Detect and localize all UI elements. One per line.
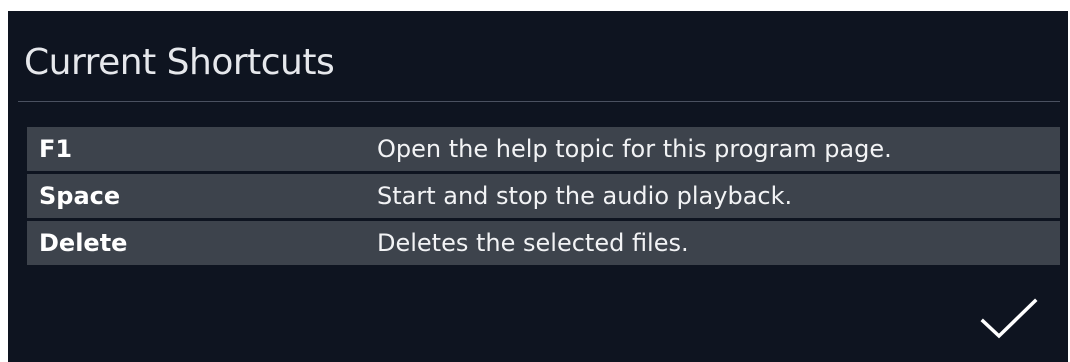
title-divider bbox=[18, 101, 1060, 102]
shortcut-row: Delete Deletes the selected files. bbox=[27, 221, 1060, 265]
shortcut-description: Deletes the selected files. bbox=[377, 229, 689, 257]
shortcut-description: Open the help topic for this program pag… bbox=[377, 135, 892, 163]
shortcut-key: Space bbox=[39, 182, 121, 210]
shortcut-description: Start and stop the audio playback. bbox=[377, 182, 793, 210]
confirm-button[interactable] bbox=[976, 293, 1042, 345]
shortcut-key: F1 bbox=[39, 135, 73, 163]
dialog-title: Current Shortcuts bbox=[24, 42, 335, 83]
shortcut-key: Delete bbox=[39, 229, 128, 257]
shortcut-row: F1 Open the help topic for this program … bbox=[27, 127, 1060, 171]
checkmark-icon bbox=[980, 298, 1038, 339]
shortcuts-table: F1 Open the help topic for this program … bbox=[27, 127, 1060, 268]
shortcut-row: Space Start and stop the audio playback. bbox=[27, 174, 1060, 218]
shortcuts-dialog: Current Shortcuts F1 Open the help topic… bbox=[8, 11, 1068, 362]
